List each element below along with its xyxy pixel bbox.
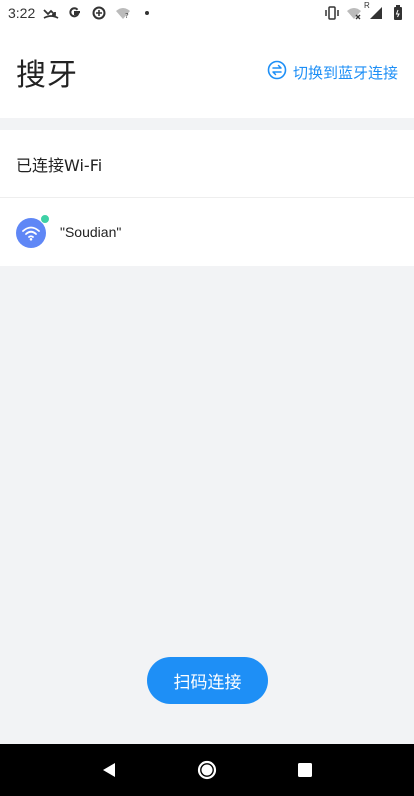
wifi-name: "Soudian" — [60, 224, 122, 240]
battery-icon — [390, 5, 406, 21]
status-bar: 3:22 ? R — [0, 0, 414, 26]
page-title: 搜牙 — [16, 58, 78, 93]
back-icon[interactable] — [89, 750, 129, 790]
status-right: R — [324, 1, 406, 21]
recents-icon[interactable] — [285, 750, 325, 790]
data-saver-icon — [91, 5, 107, 21]
svg-text:?: ? — [125, 12, 129, 20]
status-time: 3:22 — [8, 5, 36, 21]
vibrate-icon — [324, 5, 340, 21]
switch-to-bluetooth-link[interactable]: 切换到蓝牙连接 — [267, 60, 398, 84]
google-icon — [67, 5, 83, 21]
signal-icon: R — [364, 1, 384, 21]
wifi-question-icon: ? — [115, 5, 131, 21]
section-title: 已连接Wi-Fi — [0, 130, 414, 198]
scan-connect-button[interactable]: 扫码连接 — [147, 657, 268, 704]
header: 搜牙 切换到蓝牙连接 — [0, 26, 414, 118]
online-status-dot — [40, 214, 50, 224]
missed-call-icon — [43, 5, 59, 21]
dot-icon — [139, 5, 155, 21]
navigation-bar — [0, 744, 414, 796]
wifi-list-item[interactable]: "Soudian" — [0, 198, 414, 266]
home-icon[interactable] — [187, 750, 227, 790]
roaming-label: R — [364, 1, 370, 10]
switch-icon — [267, 60, 287, 84]
connected-wifi-section: 已连接Wi-Fi "Soudian" — [0, 130, 414, 266]
wifi-off-icon — [346, 5, 362, 21]
wifi-avatar — [16, 214, 50, 248]
status-left: 3:22 ? — [8, 5, 155, 21]
switch-link-label: 切换到蓝牙连接 — [292, 63, 398, 82]
screen: 3:22 ? R 搜牙 切换到蓝牙连接 已连接Wi-Fi "Soudian" 扫… — [0, 0, 414, 796]
